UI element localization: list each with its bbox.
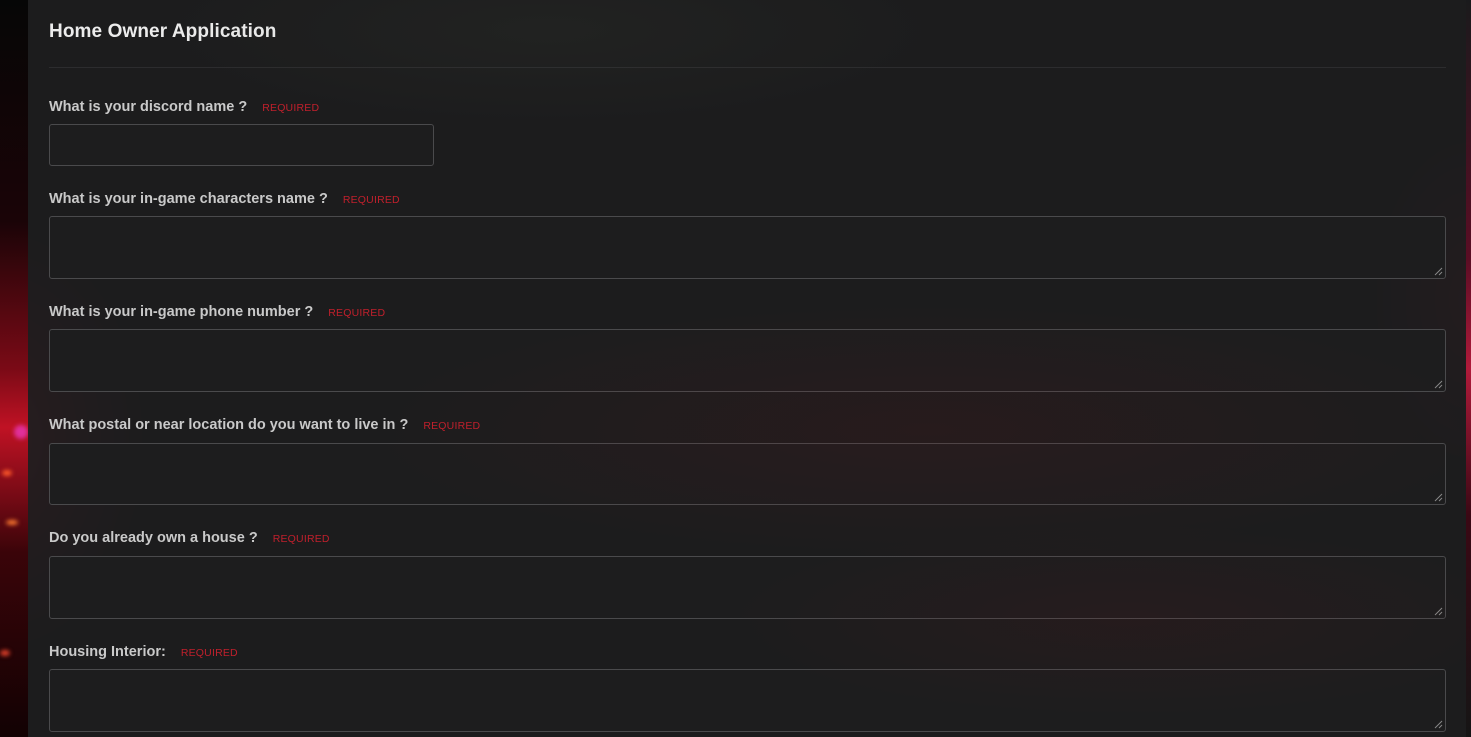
character-name-textarea[interactable]	[49, 216, 1446, 279]
required-badge: REQUIRED	[180, 647, 238, 659]
background-light	[0, 650, 10, 656]
required-badge: REQUIRED	[272, 533, 330, 545]
field-housing-interior: Housing Interior: REQUIRED	[49, 644, 238, 664]
background-light	[6, 520, 18, 525]
field-own-house: Do you already own a house ? REQUIRED	[49, 530, 330, 550]
field-character-name: What is your in-game characters name ? R…	[49, 191, 400, 211]
background-light	[2, 470, 12, 476]
required-badge: REQUIRED	[423, 420, 481, 432]
resize-grip-icon[interactable]	[1434, 380, 1443, 389]
phone-number-textarea[interactable]	[49, 329, 1446, 392]
field-label: What postal or near location do you want…	[49, 417, 409, 433]
field-phone-number: What is your in-game phone number ? REQU…	[49, 304, 385, 324]
field-discord-name: What is your discord name ? REQUIRED	[49, 99, 319, 119]
title-divider	[49, 67, 1446, 68]
resize-grip-icon[interactable]	[1434, 267, 1443, 276]
required-badge: REQUIRED	[342, 194, 400, 206]
field-label: Do you already own a house ?	[49, 530, 258, 546]
housing-interior-textarea[interactable]	[49, 669, 1446, 732]
discord-name-input[interactable]	[49, 124, 434, 166]
background-light	[14, 425, 28, 439]
location-textarea[interactable]	[49, 443, 1446, 505]
required-badge: REQUIRED	[262, 102, 320, 114]
field-location: What postal or near location do you want…	[49, 417, 480, 437]
background-right-edge	[1466, 0, 1471, 737]
field-label: Housing Interior:	[49, 644, 166, 660]
resize-grip-icon[interactable]	[1434, 493, 1443, 502]
field-label: What is your in-game characters name ?	[49, 191, 328, 207]
background-left-glow	[0, 0, 28, 737]
field-label: What is your discord name ?	[49, 99, 248, 115]
resize-grip-icon[interactable]	[1434, 607, 1443, 616]
resize-grip-icon[interactable]	[1434, 720, 1443, 729]
application-form-panel: Home Owner Application What is your disc…	[28, 0, 1466, 737]
form-title: Home Owner Application	[49, 21, 277, 42]
field-label: What is your in-game phone number ?	[49, 304, 314, 320]
own-house-textarea[interactable]	[49, 556, 1446, 619]
required-badge: REQUIRED	[328, 307, 386, 319]
